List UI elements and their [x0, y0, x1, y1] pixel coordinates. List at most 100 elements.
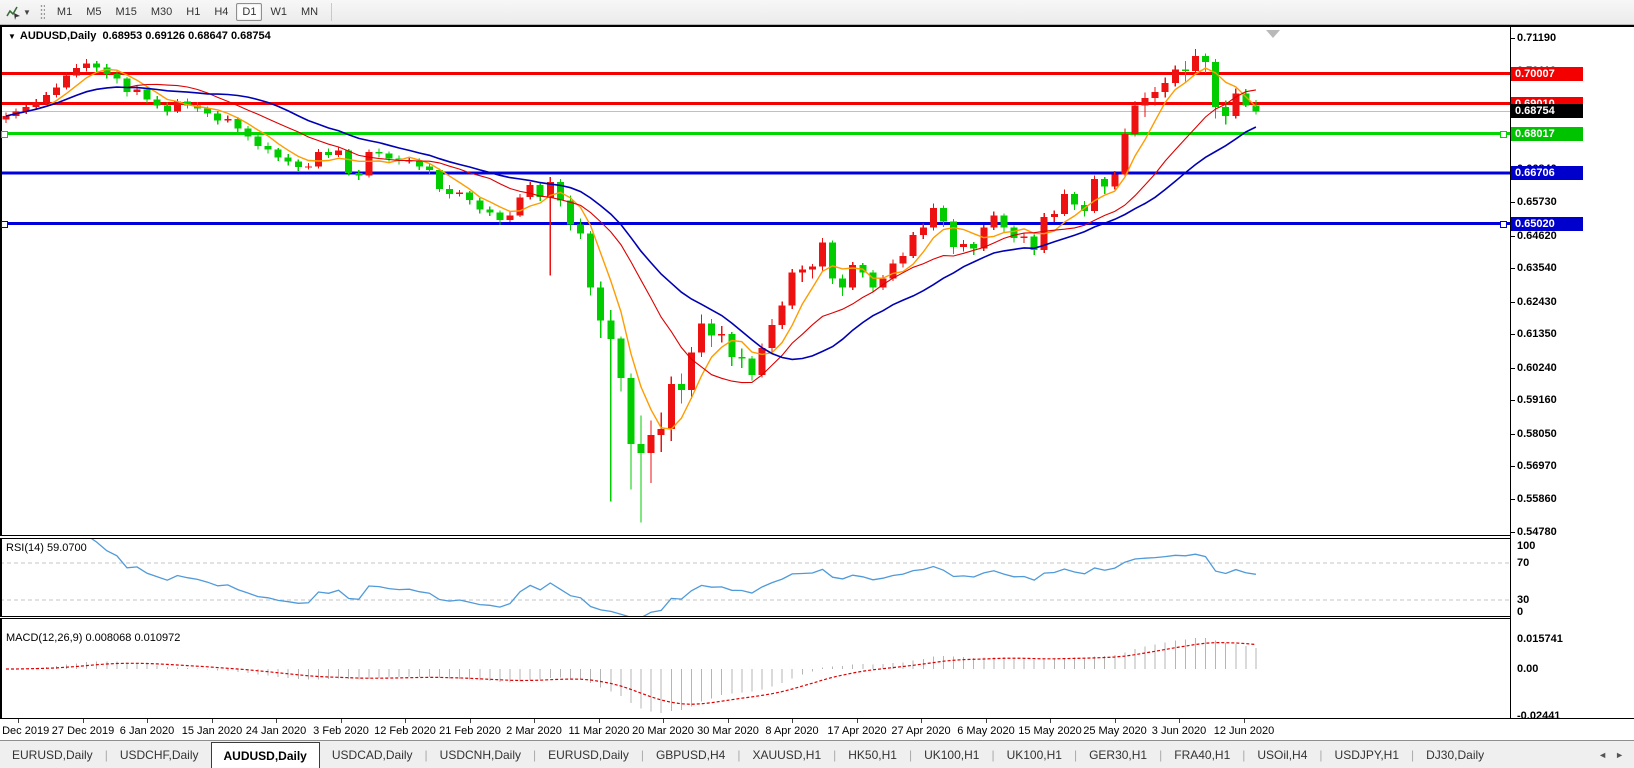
price-level-label: 0.66706	[1511, 166, 1583, 180]
y-axis-tick	[1510, 368, 1515, 369]
chart-tab-bar: EURUSD,Daily|USDCHF,DailyAUDUSD,DailyUSD…	[0, 740, 1634, 768]
macd-main-value: 0.008068	[85, 632, 131, 644]
tf-button-m5[interactable]: M5	[80, 3, 107, 21]
toolbar-grip[interactable]	[40, 4, 45, 20]
candle	[43, 95, 50, 103]
main-chart-pane[interactable]	[0, 27, 1510, 535]
timeframe-buttons: M1M5M15M30H1H4D1W1MN	[50, 3, 325, 21]
candle	[1061, 194, 1068, 214]
y-axis-tick	[1510, 302, 1515, 303]
x-axis-label: 15 Jan 2020	[182, 725, 243, 737]
y-axis-tick	[1510, 532, 1515, 533]
tab-usdcad-daily[interactable]: USDCAD,Daily	[320, 741, 425, 768]
tf-button-m15[interactable]: M15	[109, 3, 142, 21]
x-axis-label: 25 May 2020	[1083, 725, 1147, 737]
chevron-down-icon[interactable]: ▼	[23, 8, 31, 17]
candle	[214, 114, 221, 121]
scroll-tabs-right-icon[interactable]: ►	[1615, 750, 1624, 760]
candle	[789, 273, 796, 306]
hline-handle[interactable]	[1500, 221, 1507, 228]
time-axis[interactable]: 18 Dec 201927 Dec 20196 Jan 202015 Jan 2…	[0, 719, 1510, 742]
tf-button-d1[interactable]: D1	[236, 3, 262, 21]
candle	[325, 152, 332, 155]
candle	[819, 242, 826, 266]
tab-uk100-h1[interactable]: UK100,H1	[912, 741, 991, 768]
y-axis-tick-label: 0.60240	[1517, 361, 1587, 375]
y-axis-tick-label: 0.55860	[1517, 492, 1587, 506]
tab-eurusd-daily[interactable]: EURUSD,Daily	[0, 741, 105, 768]
candle	[234, 119, 241, 129]
y-axis-tick	[1510, 268, 1515, 269]
hline-handle[interactable]	[1, 221, 8, 228]
candle	[376, 152, 383, 154]
x-axis-label: 15 May 2020	[1018, 725, 1082, 737]
tf-button-m30[interactable]: M30	[145, 3, 178, 21]
x-axis-tick	[986, 719, 987, 723]
macd-axis-label: 0.015741	[1517, 632, 1587, 646]
candle	[1212, 62, 1219, 107]
chart-symbol: AUDUSD,Daily	[20, 30, 96, 42]
tab-eurusd-daily[interactable]: EURUSD,Daily	[536, 741, 641, 768]
x-axis-tick	[792, 719, 793, 723]
tab-usdjpy-h1[interactable]: USDJPY,H1	[1323, 741, 1411, 768]
chart-title: ▼AUDUSD,Daily 0.68953 0.69126 0.68647 0.…	[8, 30, 271, 42]
candle	[476, 200, 483, 209]
candle	[839, 279, 846, 288]
tab-usdchf-daily[interactable]: USDCHF,Daily	[108, 741, 211, 768]
tab-usdcnh-daily[interactable]: USDCNH,Daily	[428, 741, 533, 768]
y-axis-tick	[1510, 334, 1515, 335]
candle	[940, 208, 947, 222]
candle	[315, 152, 322, 166]
y-axis-tick-label: 0.56970	[1517, 459, 1587, 473]
hline-handle[interactable]	[1500, 131, 1507, 138]
candle	[960, 244, 967, 247]
x-axis-label: 3 Feb 2020	[313, 725, 369, 737]
macd-pane[interactable]	[0, 619, 1510, 718]
scroll-tabs-left-icon[interactable]: ◄	[1598, 750, 1607, 760]
pane-separator[interactable]	[0, 616, 1510, 619]
tf-button-m1[interactable]: M1	[51, 3, 78, 21]
tab-ger30-h1[interactable]: GER30,H1	[1077, 741, 1159, 768]
tab-hk50-h1[interactable]: HK50,H1	[836, 741, 909, 768]
x-axis-label: 6 May 2020	[957, 725, 1014, 737]
tf-button-h4[interactable]: H4	[208, 3, 234, 21]
x-axis-tick	[534, 719, 535, 723]
tf-button-mn[interactable]: MN	[295, 3, 324, 21]
pane-separator[interactable]	[0, 535, 1510, 539]
tab-gbpusd-h4[interactable]: GBPUSD,H4	[644, 741, 737, 768]
y-axis-tick	[1510, 466, 1515, 467]
x-axis-label: 11 Mar 2020	[569, 725, 630, 737]
candle	[567, 200, 574, 224]
x-axis-tick	[663, 719, 664, 723]
x-axis-label: 3 Jun 2020	[1152, 725, 1206, 737]
chart-menu-caret-icon[interactable]: ▼	[8, 32, 16, 41]
y-axis-tick	[1510, 499, 1515, 500]
tab-uk100-h1[interactable]: UK100,H1	[995, 741, 1074, 768]
x-axis-tick	[212, 719, 213, 723]
y-axis-tick	[1510, 236, 1515, 237]
x-axis-tick	[147, 719, 148, 723]
tab-usoil-h4[interactable]: USOil,H4	[1245, 741, 1319, 768]
candle	[920, 227, 927, 235]
candle	[759, 348, 766, 375]
candle	[900, 256, 907, 264]
x-axis-tick	[1115, 719, 1116, 723]
tab-xauusd-h1[interactable]: XAUUSD,H1	[740, 741, 833, 768]
hline-handle[interactable]	[1, 131, 8, 138]
candle	[1162, 83, 1169, 92]
tab-fra40-h1[interactable]: FRA40,H1	[1162, 741, 1242, 768]
candle	[1182, 69, 1189, 71]
chart-cursor-icon[interactable]	[4, 3, 22, 21]
candle	[386, 154, 393, 159]
tab-dj30-daily[interactable]: DJ30,Daily	[1414, 741, 1496, 768]
candle	[1101, 179, 1108, 187]
tf-button-h1[interactable]: H1	[180, 3, 206, 21]
candle	[124, 78, 131, 92]
tab-audusd-daily[interactable]: AUDUSD,Daily	[211, 742, 320, 768]
chart-window[interactable]: ▼AUDUSD,Daily 0.68953 0.69126 0.68647 0.…	[0, 25, 1634, 740]
y-axis-tick-label: 0.59160	[1517, 393, 1587, 407]
candle	[1091, 179, 1098, 211]
chart-shift-marker[interactable]	[1266, 30, 1280, 38]
rsi-pane[interactable]	[0, 539, 1510, 616]
tf-button-w1[interactable]: W1	[264, 3, 293, 21]
